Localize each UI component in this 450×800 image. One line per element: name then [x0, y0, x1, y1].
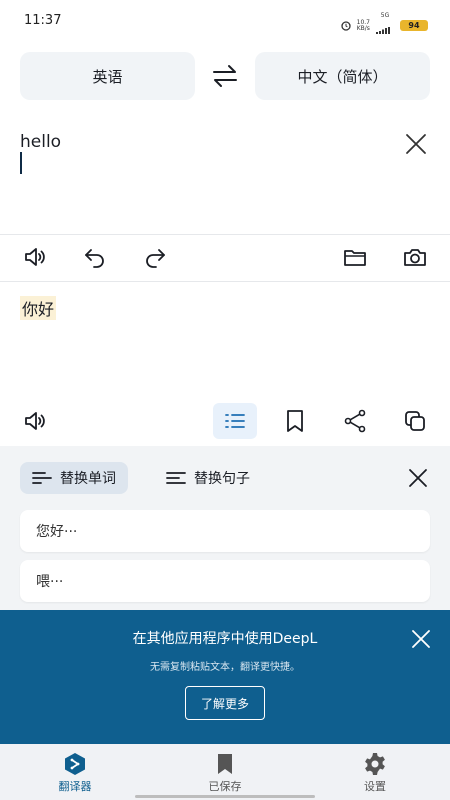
nav-saved-label: 已保存 — [208, 780, 242, 793]
language-bar: 英语 中文（简体） — [20, 52, 430, 100]
nav-translator-label: 翻译器 — [58, 780, 92, 793]
speaker-icon — [25, 248, 45, 266]
tab-replace-sentence[interactable]: 替换句子 — [154, 462, 262, 494]
source-text-area[interactable]: hello — [0, 120, 450, 234]
swap-languages-button[interactable] — [210, 64, 240, 88]
tab-replace-sentence-label: 替换句子 — [194, 471, 250, 487]
speak-translation-button[interactable] — [18, 404, 52, 438]
share-button[interactable] — [338, 404, 372, 438]
redo-icon — [146, 249, 165, 268]
nav-settings-label: 设置 — [364, 780, 386, 793]
undo-button[interactable] — [78, 240, 112, 274]
promo-banner: 在其他应用程序中使用DeepL 无需复制粘贴文本，翻译更快捷。 了解更多 — [0, 610, 450, 744]
camera-icon — [404, 249, 426, 266]
source-language-button[interactable]: 英语 — [20, 52, 195, 100]
signal-indicator: 5G — [376, 13, 394, 38]
target-language-button[interactable]: 中文（简体） — [255, 52, 430, 100]
result-toolbar — [0, 399, 450, 445]
close-promo-button[interactable] — [410, 628, 432, 650]
promo-subtitle: 无需复制粘贴文本，翻译更快捷。 — [150, 662, 300, 673]
bottom-navigation: 翻译器 已保存 设置 — [0, 744, 450, 800]
source-text[interactable]: hello — [20, 132, 61, 152]
translation-result-area: 你好 — [0, 282, 450, 398]
speaker-icon — [25, 412, 45, 430]
gear-icon — [365, 753, 385, 775]
home-indicator[interactable] — [135, 795, 315, 798]
alternatives-button[interactable] — [213, 403, 257, 439]
alternatives-panel: 替换单词 替换句子 您好··· 喂··· — [0, 446, 450, 610]
alternatives-tabs: 替换单词 替换句子 — [20, 462, 430, 494]
alarm-icon — [340, 20, 351, 31]
close-icon — [409, 469, 427, 487]
text-caret — [20, 152, 22, 174]
folder-icon — [344, 250, 366, 266]
translation-text[interactable]: 你好 — [20, 296, 57, 320]
translator-icon — [65, 753, 85, 775]
battery-icon: 94 — [400, 20, 428, 31]
alternative-item[interactable]: 喂··· — [20, 560, 430, 602]
signal-icon — [376, 27, 390, 34]
nav-settings[interactable]: 设置 — [300, 744, 450, 800]
speak-source-button[interactable] — [18, 240, 52, 274]
swap-icon — [213, 65, 237, 87]
undo-icon — [85, 249, 104, 268]
close-alternatives-button[interactable] — [406, 466, 430, 490]
learn-more-button[interactable]: 了解更多 — [185, 686, 265, 720]
open-file-button[interactable] — [338, 240, 372, 274]
status-icons: 10.7 KB/s 5G 94 — [340, 13, 428, 38]
tab-replace-word[interactable]: 替换单词 — [20, 462, 128, 494]
copy-icon — [405, 411, 425, 431]
clear-input-button[interactable] — [404, 132, 428, 156]
text-lines-icon — [32, 472, 52, 484]
bookmark-icon — [287, 410, 303, 432]
close-icon — [406, 134, 426, 154]
nav-translator[interactable]: 翻译器 — [0, 744, 150, 800]
tab-replace-word-label: 替换单词 — [60, 471, 116, 487]
camera-button[interactable] — [398, 240, 432, 274]
close-icon — [412, 630, 430, 648]
network-speed: 10.7 KB/s — [356, 18, 370, 32]
promo-title: 在其他应用程序中使用DeepL — [132, 631, 318, 647]
nav-saved[interactable]: 已保存 — [150, 744, 300, 800]
alternative-item[interactable]: 您好··· — [20, 510, 430, 552]
share-icon — [344, 409, 366, 433]
text-lines-icon — [166, 472, 186, 484]
list-icon — [225, 414, 245, 428]
bookmark-icon — [218, 754, 232, 774]
redo-button[interactable] — [138, 240, 172, 274]
status-bar: 11:37 10.7 KB/s 5G 94 — [0, 0, 450, 42]
copy-button[interactable] — [398, 404, 432, 438]
save-translation-button[interactable] — [278, 404, 312, 438]
input-toolbar — [0, 235, 450, 281]
status-time: 11:37 — [24, 13, 62, 28]
